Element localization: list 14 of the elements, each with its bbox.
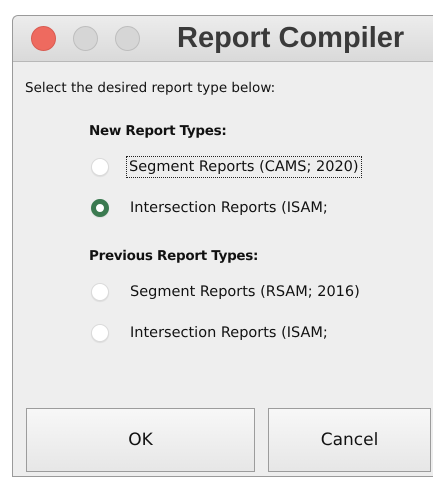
radio-button[interactable] xyxy=(91,199,109,217)
option-label[interactable]: Segment Reports (RSAM; 2016) xyxy=(127,282,363,302)
ok-button[interactable]: OK xyxy=(26,408,255,472)
option-label[interactable]: Segment Reports (CAMS; 2020) xyxy=(126,156,362,178)
option-label[interactable]: Intersection Reports (ISAM; xyxy=(127,323,331,343)
zoom-button[interactable] xyxy=(115,26,140,51)
cancel-button[interactable]: Cancel xyxy=(268,408,431,472)
instruction-text: Select the desired report type below: xyxy=(25,80,276,96)
option-label[interactable]: Intersection Reports (ISAM; xyxy=(127,198,331,218)
minimize-button[interactable] xyxy=(73,26,98,51)
window-title: Report Compiler xyxy=(177,22,404,55)
group-heading: Previous Report Types: xyxy=(89,248,260,264)
close-button[interactable] xyxy=(31,26,56,51)
group-heading: New Report Types: xyxy=(89,123,228,139)
